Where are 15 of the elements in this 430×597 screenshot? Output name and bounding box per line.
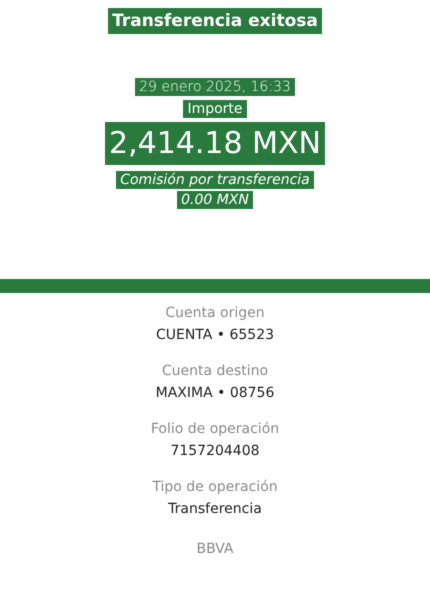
detail-value: MAXIMA • 08756 (156, 385, 274, 401)
detail-label: Folio de operación (150, 421, 280, 437)
footer-text: BBVA (196, 541, 234, 557)
detail-value: Transferencia (168, 501, 262, 517)
fee-label: Comisión por transferencia (116, 171, 314, 189)
date-time: 29 enero 2025, 16:33 (135, 78, 295, 96)
detail-value: CUENTA • 65523 (156, 327, 274, 343)
detail-value: 7157204408 (170, 443, 260, 459)
title: Transferencia exitosa (108, 8, 322, 34)
amount-label: Importe (183, 100, 247, 118)
amount: 2,414.18 MXN (104, 122, 325, 165)
detail-label: Cuenta destino (162, 363, 268, 379)
detail-label: Cuenta origen (165, 305, 265, 321)
fee-amount: 0.00 MXN (177, 191, 253, 209)
detail-label: Tipo de operación (152, 479, 278, 495)
